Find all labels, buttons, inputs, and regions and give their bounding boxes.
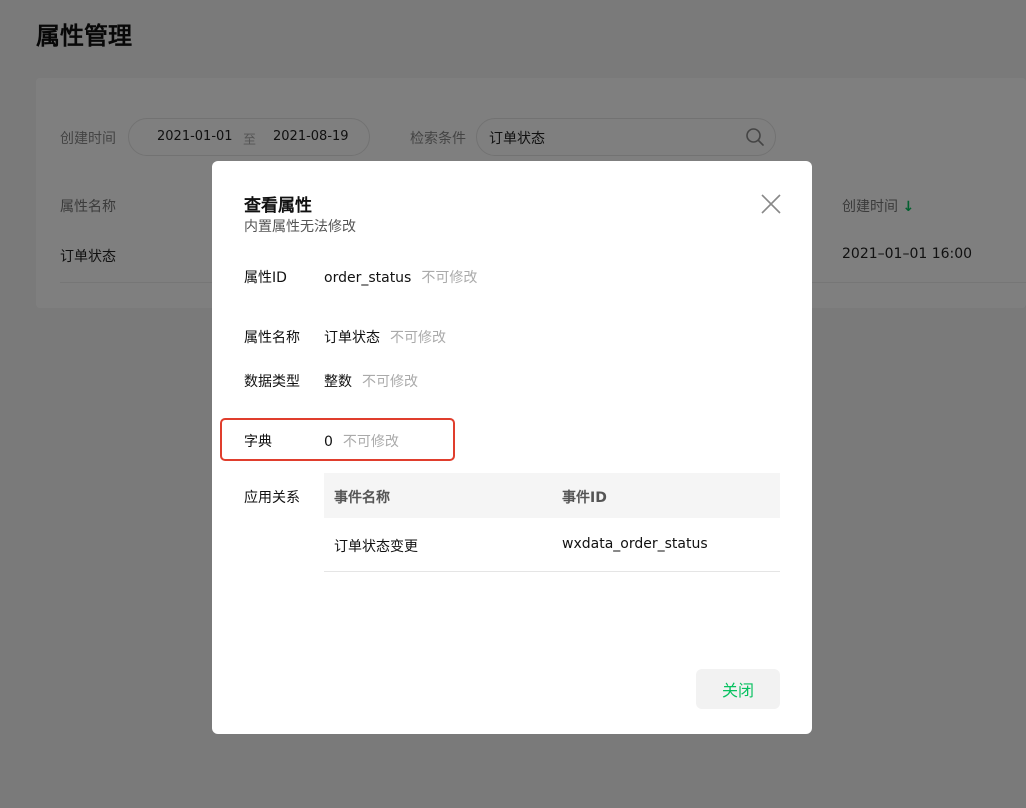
relations-table-header: 事件名称 事件ID xyxy=(324,473,780,518)
field-label-relations: 应用关系 xyxy=(244,490,300,506)
field-value-data-type: 整数 不可修改 xyxy=(324,371,418,391)
table-row: 订单状态变更 wxdata_order_status xyxy=(324,518,780,572)
close-button[interactable]: 关闭 xyxy=(696,669,780,709)
relations-table: 事件名称 事件ID 订单状态变更 wxdata_order_status xyxy=(324,473,780,572)
relation-event-id: wxdata_order_status xyxy=(562,536,708,552)
field-value-dictionary: 0 不可修改 xyxy=(324,431,399,451)
view-attribute-dialog: 查看属性 内置属性无法修改 属性ID order_status 不可修改 属性名称… xyxy=(212,161,812,734)
dialog-title: 查看属性 xyxy=(244,196,312,216)
field-label-attribute-name: 属性名称 xyxy=(244,330,300,346)
relation-event-name: 订单状态变更 xyxy=(334,539,418,555)
readonly-hint: 不可修改 xyxy=(390,330,446,346)
field-value-attribute-id: order_status 不可修改 xyxy=(324,267,477,287)
attribute-id-value: order_status xyxy=(324,270,412,286)
field-label-data-type: 数据类型 xyxy=(244,374,300,390)
field-label-dictionary: 字典 xyxy=(244,434,272,450)
dictionary-value: 0 xyxy=(324,434,333,450)
relations-column-event-id: 事件ID xyxy=(562,490,607,506)
readonly-hint: 不可修改 xyxy=(342,434,399,450)
data-type-value: 整数 xyxy=(324,374,352,390)
field-value-attribute-name: 订单状态 不可修改 xyxy=(324,327,446,347)
readonly-hint: 不可修改 xyxy=(362,374,418,390)
field-label-attribute-id: 属性ID xyxy=(244,270,287,286)
close-icon[interactable] xyxy=(760,193,782,215)
readonly-hint: 不可修改 xyxy=(421,270,478,286)
dialog-subtitle: 内置属性无法修改 xyxy=(244,219,356,235)
attribute-name-value: 订单状态 xyxy=(324,330,380,346)
relations-column-event-name: 事件名称 xyxy=(334,490,390,506)
